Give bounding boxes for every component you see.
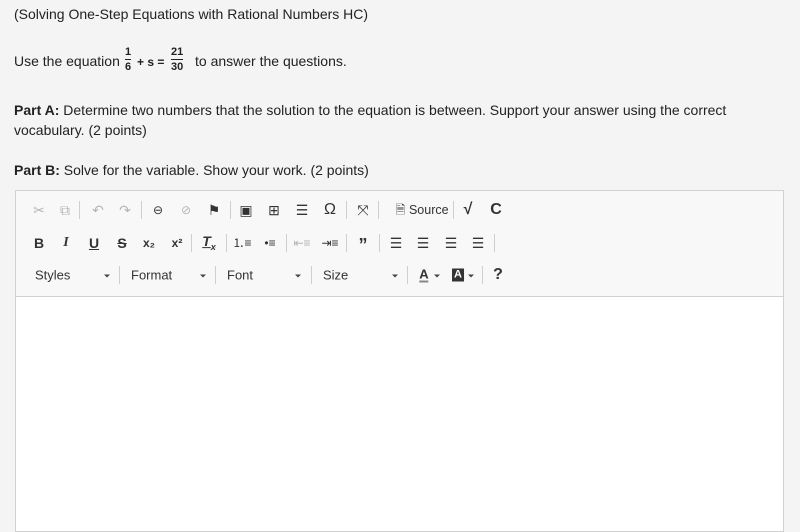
- undo-icon[interactable]: ↶: [92, 203, 104, 217]
- chevron-down-icon[interactable]: [200, 274, 206, 278]
- separator: [346, 201, 347, 219]
- chevron-down-icon[interactable]: [434, 274, 440, 278]
- styles-dropdown[interactable]: Styles: [35, 268, 70, 283]
- separator: [482, 266, 483, 284]
- unlink-icon[interactable]: ⊘: [181, 204, 191, 216]
- align-left-icon[interactable]: ☰: [390, 236, 403, 250]
- separator: [346, 234, 347, 252]
- size-dropdown[interactable]: Size: [323, 268, 348, 283]
- separator: [378, 201, 379, 219]
- separator: [311, 266, 312, 284]
- horizontal-line-icon[interactable]: ☰: [296, 203, 309, 217]
- maximize-icon[interactable]: ⤧: [357, 203, 368, 217]
- numbered-list-icon[interactable]: ⒈≡: [232, 237, 251, 249]
- bold-icon[interactable]: B: [34, 236, 44, 250]
- square-root-icon[interactable]: √: [464, 202, 473, 218]
- help-icon[interactable]: ?: [493, 267, 503, 283]
- superscript-icon[interactable]: x²: [172, 237, 183, 249]
- link-icon[interactable]: ⊖: [153, 204, 163, 216]
- underline-icon[interactable]: U: [89, 236, 99, 250]
- separator: [407, 266, 408, 284]
- format-dropdown[interactable]: Format: [131, 268, 172, 283]
- separator: [141, 201, 142, 219]
- source-icon: 🗎: [395, 202, 406, 217]
- source-button[interactable]: 🗎 Source: [395, 204, 448, 217]
- remove-format-icon[interactable]: Tx: [202, 234, 216, 252]
- text-color-icon[interactable]: A: [419, 268, 429, 283]
- separator: [453, 201, 454, 219]
- separator: [494, 234, 495, 252]
- align-center-icon[interactable]: ☰: [417, 236, 430, 250]
- blockquote-icon[interactable]: ”: [359, 236, 368, 254]
- bulleted-list-icon[interactable]: •≡: [264, 237, 275, 249]
- outdent-icon[interactable]: ⇤≡: [293, 237, 310, 249]
- anchor-flag-icon[interactable]: ⚑: [208, 203, 221, 217]
- font-dropdown[interactable]: Font: [227, 268, 253, 283]
- background-color-icon[interactable]: A: [452, 268, 464, 282]
- redo-icon[interactable]: ↷: [119, 203, 131, 217]
- separator: [215, 266, 216, 284]
- cut-icon[interactable]: ✂: [33, 203, 45, 217]
- separator: [286, 234, 287, 252]
- chevron-down-icon[interactable]: [295, 274, 301, 278]
- special-character-icon[interactable]: Ω: [324, 202, 336, 218]
- chevron-down-icon[interactable]: [392, 274, 398, 278]
- image-icon[interactable]: ▣: [239, 203, 252, 217]
- align-right-icon[interactable]: ☰: [445, 236, 458, 250]
- chevron-down-icon[interactable]: [104, 274, 110, 278]
- separator: [119, 266, 120, 284]
- separator: [379, 234, 380, 252]
- chevron-down-icon[interactable]: [468, 274, 474, 278]
- editor-content-area[interactable]: [16, 296, 783, 531]
- separator: [79, 201, 80, 219]
- subscript-icon[interactable]: x₂: [143, 237, 155, 249]
- justify-icon[interactable]: ☰: [472, 236, 485, 250]
- chemistry-icon[interactable]: C: [490, 202, 502, 218]
- editor-toolbar: ✂ ⧉ ↶ ↷ ⊖ ⊘ ⚑ ▣ ⊞ ☰ Ω ⤧ 🗎 Source √ C B I…: [1, 1, 800, 301]
- copy-icon[interactable]: ⧉: [60, 203, 70, 217]
- table-icon[interactable]: ⊞: [268, 203, 280, 217]
- separator: [230, 201, 231, 219]
- separator: [226, 234, 227, 252]
- italic-icon[interactable]: I: [63, 236, 68, 250]
- separator: [191, 234, 192, 252]
- indent-icon[interactable]: ⇥≡: [321, 237, 338, 249]
- strikethrough-icon[interactable]: S: [117, 236, 126, 250]
- rich-text-editor: ✂ ⧉ ↶ ↷ ⊖ ⊘ ⚑ ▣ ⊞ ☰ Ω ⤧ 🗎 Source √ C B I…: [15, 190, 784, 532]
